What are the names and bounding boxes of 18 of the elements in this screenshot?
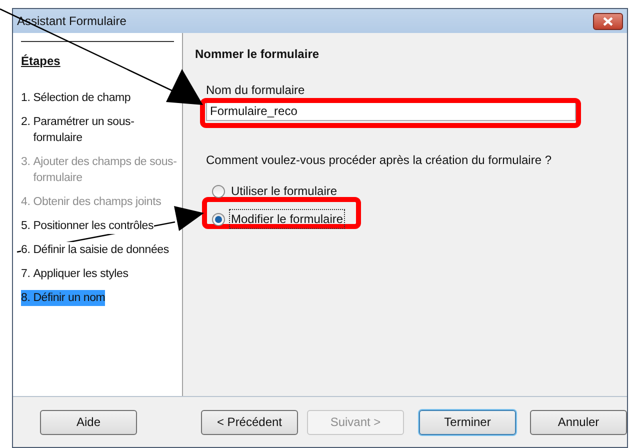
dialog-button[interactable]: < Précédent: [201, 410, 298, 434]
step-item[interactable]: 5. Positionner les contrôles: [21, 218, 154, 234]
radio-button[interactable]: [212, 212, 225, 226]
radio-button[interactable]: [212, 184, 225, 198]
close-button[interactable]: [593, 12, 623, 30]
question-text: Comment voulez-vous procéder après la création du formulaire ?: [206, 152, 552, 169]
radio-option[interactable]: Utiliser le formulaire: [212, 181, 340, 201]
name-field[interactable]: Formulaire_reco: [206, 101, 576, 121]
step-item[interactable]: 7. Appliquer les styles: [21, 266, 128, 282]
close-icon: [603, 16, 613, 26]
step-item[interactable]: 8. Définir un nom: [21, 290, 106, 306]
step-item[interactable]: 1. Sélection de champ: [21, 90, 131, 106]
dialog-button[interactable]: Terminer: [419, 410, 516, 434]
dialog-button[interactable]: Aide: [40, 410, 137, 434]
field-label: Nom du formulaire: [206, 82, 306, 99]
dialog-button[interactable]: Annuler: [530, 410, 627, 434]
steps-heading: Étapes: [21, 53, 62, 70]
page-title: Nommer le formulaire: [195, 46, 320, 63]
